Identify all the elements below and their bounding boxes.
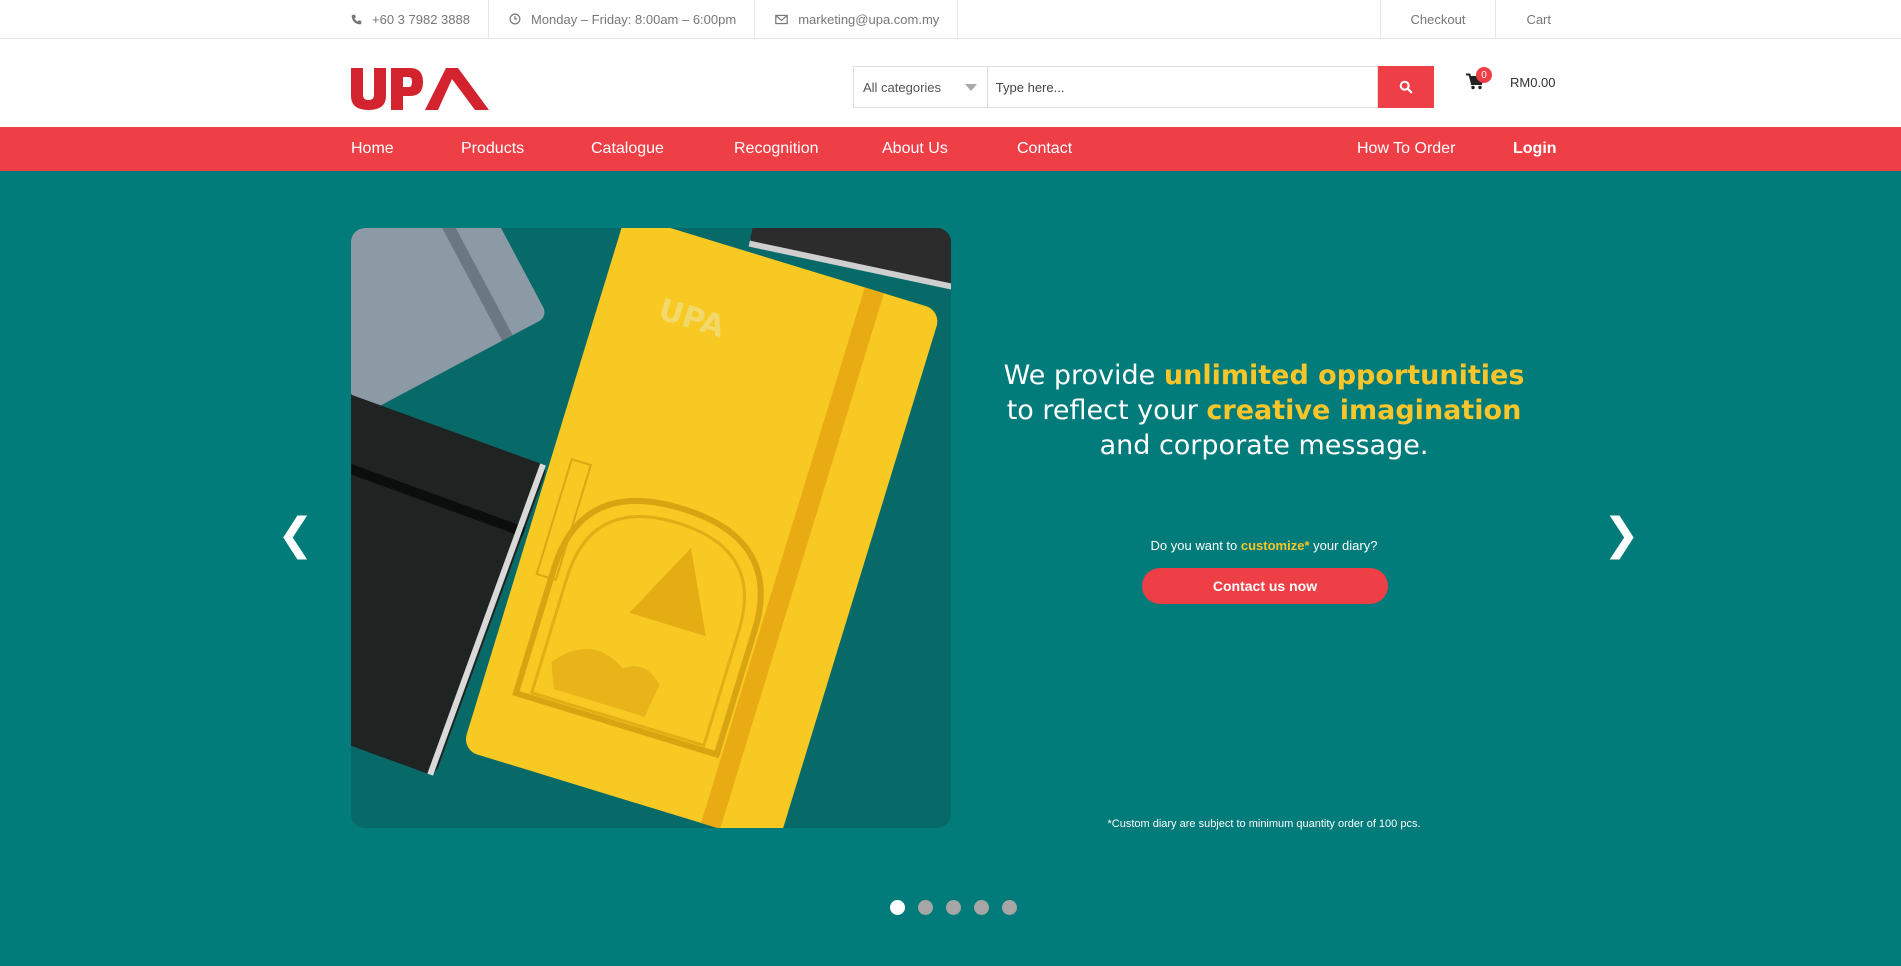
slider-dot-1[interactable]: [890, 900, 905, 915]
next-slide-arrow-icon[interactable]: ❯: [1603, 513, 1640, 557]
phone-number: +60 3 7982 3888: [372, 11, 470, 27]
headline-highlight-2: creative imagination: [1206, 395, 1522, 426]
hero-slider: UPA We provide unlimited opportunities t…: [0, 171, 1901, 966]
subtext-start: Do you want to: [1150, 538, 1241, 553]
phone-icon: [351, 14, 362, 24]
site-header: All categories 0 RM0.00: [0, 39, 1901, 127]
slider-dot-2[interactable]: [918, 900, 933, 915]
hero-headline: We provide unlimited opportunities to re…: [1000, 358, 1528, 463]
nav-catalogue[interactable]: Catalogue: [591, 127, 664, 171]
category-select-value: All categories: [863, 79, 942, 95]
headline-line1-start: We provide: [1003, 360, 1164, 391]
headline-highlight-1: unlimited opportunities: [1163, 360, 1525, 391]
hero-footnote: *Custom diary are subject to minimum qua…: [1107, 818, 1421, 830]
slider-dot-4[interactable]: [974, 900, 989, 915]
notebook-illustration: UPA: [351, 228, 951, 828]
email-address[interactable]: marketing@upa.com.my: [798, 12, 939, 27]
hero-subtext: Do you want to customize* your diary?: [1000, 538, 1528, 553]
email-info[interactable]: marketing@upa.com.my: [775, 0, 959, 38]
search-bar: All categories: [853, 66, 1434, 108]
contact-us-button[interactable]: Contact us now: [1142, 568, 1388, 604]
cart-count-badge: 0: [1476, 67, 1492, 83]
business-hours: Monday – Friday: 8:00am – 6:00pm: [530, 11, 737, 27]
top-bar: +60 3 7982 3888 Monday – Friday: 8:00am …: [0, 0, 1901, 39]
subtext-end: your diary?: [1309, 538, 1378, 553]
hours-info: Monday – Friday: 8:00am – 6:00pm: [509, 0, 756, 38]
nav-contact[interactable]: Contact: [1017, 127, 1072, 171]
slider-dots: [890, 900, 1030, 915]
nav-products[interactable]: Products: [461, 127, 524, 171]
subtext-highlight: customize*: [1240, 538, 1310, 553]
slider-dot-5[interactable]: [1002, 900, 1017, 915]
nav-home[interactable]: Home: [351, 127, 394, 171]
nav-about-us[interactable]: About Us: [882, 127, 948, 171]
nav-login[interactable]: Login: [1513, 127, 1557, 171]
search-input[interactable]: [986, 66, 1379, 108]
chevron-down-icon: [964, 83, 977, 91]
category-select[interactable]: All categories: [853, 66, 987, 108]
main-nav: Home Products Catalogue Recognition Abou…: [0, 127, 1901, 171]
phone-info: +60 3 7982 3888: [351, 0, 489, 38]
slider-dot-3[interactable]: [946, 900, 961, 915]
envelope-icon: [775, 14, 788, 24]
cart-total: RM0.00: [1510, 75, 1556, 90]
nav-how-to-order[interactable]: How To Order: [1357, 127, 1455, 171]
headline-line3: and corporate message.: [1099, 430, 1429, 461]
checkout-link[interactable]: Checkout: [1379, 0, 1496, 38]
search-icon: [1399, 80, 1413, 94]
search-button[interactable]: [1378, 66, 1434, 108]
cart-widget[interactable]: 0 RM0.00: [1466, 67, 1556, 90]
nav-recognition[interactable]: Recognition: [734, 127, 819, 171]
headline-line2-start: to reflect your: [1006, 395, 1207, 426]
prev-slide-arrow-icon[interactable]: ❮: [277, 513, 314, 557]
cart-link[interactable]: Cart: [1495, 0, 1551, 38]
hero-notebook-image: UPA: [351, 228, 951, 828]
clock-icon: [509, 13, 521, 25]
upa-logo[interactable]: [351, 68, 489, 110]
